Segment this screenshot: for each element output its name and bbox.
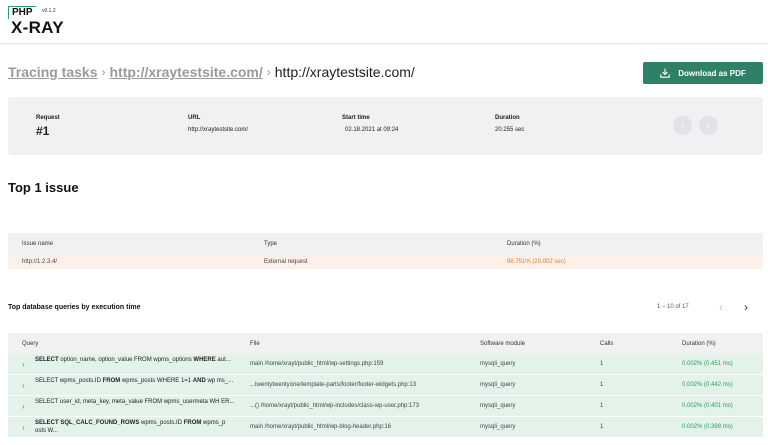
request-label: Request xyxy=(36,115,60,121)
issue-row[interactable]: http://1.2.3.4/ External request 98.751%… xyxy=(8,254,763,269)
query-file: main /home/xrayt/public_html/wp-blog-hea… xyxy=(250,424,391,430)
request-col: Request #1 xyxy=(36,115,60,138)
table-row[interactable]: › SELECT user_id, meta_key, meta_value FR… xyxy=(8,396,763,417)
start-time-col: Start time 02.18.2021 at 09:24 xyxy=(342,115,398,133)
query-fragment: WHERE xyxy=(193,357,215,363)
col-duration: Duration (%) xyxy=(682,341,716,347)
queries-title: Top database queries by execution time xyxy=(8,304,141,311)
issues-title: Top 1 issue xyxy=(8,180,79,195)
breadcrumb-separator: › xyxy=(267,65,271,79)
col-issue-name: Issue name xyxy=(8,241,250,247)
query-duration: 0.002% (0.398 ms) xyxy=(682,424,733,430)
query-calls: 1 xyxy=(600,361,603,367)
top-bar: PHP v0.1.2 X-RAY xyxy=(0,0,768,44)
breadcrumb-site[interactable]: http://xraytestsite.com/ xyxy=(110,64,263,80)
query-calls: 1 xyxy=(600,424,603,430)
query-module: mysqli_query xyxy=(480,403,515,409)
query-fragment: SELECT SQL_CALC_FOUND_ROWS xyxy=(35,420,139,426)
issue-name: http://1.2.3.4/ xyxy=(8,259,250,265)
logo[interactable]: PHP v0.1.2 X-RAY xyxy=(8,6,68,36)
expand-chevron-icon[interactable]: › xyxy=(22,381,25,390)
query-calls: 1 xyxy=(600,382,603,388)
query-fragment: AND xyxy=(193,378,206,384)
request-summary: Request #1 URL http://xraytestsite.com/ … xyxy=(8,97,763,155)
query-text: SELECT wpms_posts.ID FROM wpms_posts WHE… xyxy=(35,377,235,393)
table-row[interactable]: › SELECT option_name, option_value FROM w… xyxy=(8,354,763,375)
table-row[interactable]: › SELECT SQL_CALC_FOUND_ROWS wpms_posts.I… xyxy=(8,417,763,438)
queries-table: Query File Software module Calls Duratio… xyxy=(8,333,763,438)
expand-chevron-icon[interactable]: › xyxy=(22,423,25,432)
col-software-module: Software module xyxy=(480,341,525,347)
query-module: mysqli_query xyxy=(480,382,515,388)
query-fragment: SELECT wpms_posts.ID xyxy=(35,378,103,384)
query-text: SELECT user_id, meta_key, meta_value FRO… xyxy=(35,398,235,414)
logo-version: v0.1.2 xyxy=(42,8,56,14)
col-calls: Calls xyxy=(600,341,613,347)
next-request-button[interactable]: › xyxy=(699,116,718,135)
breadcrumb-tracing-tasks[interactable]: Tracing tasks xyxy=(8,64,98,80)
query-file: main /home/xrayt/public_html/wp-settings… xyxy=(250,361,383,367)
queries-pagination: 1 – 10 of 17 xyxy=(657,304,689,310)
chevron-left-icon: ‹ xyxy=(681,120,684,131)
url-value: http://xraytestsite.com/ xyxy=(188,127,248,133)
queries-rows: › SELECT option_name, option_value FROM w… xyxy=(8,354,763,438)
query-module: mysqli_query xyxy=(480,361,515,367)
query-duration: 0.002% (0.401 ms) xyxy=(682,403,733,409)
issues-table-header: Issue name Type Duration (%) xyxy=(8,233,763,254)
duration-value: 20.255 sec xyxy=(495,127,524,133)
breadcrumb: Tracing tasks › http://xraytestsite.com/… xyxy=(8,64,415,80)
duration-col: Duration 20.255 sec xyxy=(495,115,524,133)
query-fragment: wp ms_... xyxy=(206,378,233,384)
query-duration: 0.002% (0.451 ms) xyxy=(682,361,733,367)
query-fragment: wpms_posts WHERE 1=1 xyxy=(120,378,193,384)
col-duration: Duration (%) xyxy=(493,241,541,247)
chevron-right-icon: › xyxy=(744,300,748,314)
query-duration: 0.002% (0.442 ms) xyxy=(682,382,733,388)
start-time-label: Start time xyxy=(342,115,398,121)
col-file: File xyxy=(250,341,260,347)
query-calls: 1 xyxy=(600,403,603,409)
duration-label: Duration xyxy=(495,115,524,121)
query-fragment: FROM xyxy=(184,420,202,426)
issues-table: Issue name Type Duration (%) http://1.2.… xyxy=(8,233,763,269)
issue-duration: 98.751% (20.002 sec) xyxy=(493,259,566,265)
col-type: Type xyxy=(250,241,493,247)
query-file: ...() /home/xrayt/public_html/wp-include… xyxy=(250,403,419,409)
url-label: URL xyxy=(188,115,248,121)
query-fragment: SELECT xyxy=(35,357,59,363)
breadcrumb-separator: › xyxy=(102,65,106,79)
issue-type: External request xyxy=(250,259,493,265)
query-fragment: FROM xyxy=(103,378,121,384)
query-fragment: aut... xyxy=(216,357,231,363)
table-row[interactable]: › SELECT wpms_posts.ID FROM wpms_posts WH… xyxy=(8,375,763,396)
query-fragment: option_name, option_value FROM wpms_opti… xyxy=(59,357,194,363)
queries-table-header: Query File Software module Calls Duratio… xyxy=(8,333,763,354)
query-text: SELECT SQL_CALC_FOUND_ROWS wpms_posts.ID… xyxy=(35,419,235,435)
request-value: #1 xyxy=(36,124,60,138)
download-pdf-button[interactable]: Download as PDF xyxy=(643,62,763,84)
query-file: ...twentytwentyone/template-parts/footer… xyxy=(250,382,416,388)
expand-chevron-icon[interactable]: › xyxy=(22,360,25,369)
download-pdf-label: Download as PDF xyxy=(678,69,746,78)
queries-next-page-button[interactable]: › xyxy=(744,300,748,314)
start-time-value: 02.18.2021 at 09:24 xyxy=(345,127,398,133)
query-fragment: wpms_posts.ID xyxy=(139,420,183,426)
query-fragment: SELECT user_id, meta_key, meta_value FRO… xyxy=(35,399,235,405)
query-text: SELECT option_name, option_value FROM wp… xyxy=(35,356,235,372)
breadcrumb-current: http://xraytestsite.com/ xyxy=(275,64,415,80)
col-query: Query xyxy=(22,341,38,347)
logo-xray: X-RAY xyxy=(11,19,64,37)
query-module: mysqli_query xyxy=(480,424,515,430)
chevron-left-icon: ‹ xyxy=(719,300,723,314)
download-icon xyxy=(660,68,670,78)
expand-chevron-icon[interactable]: › xyxy=(22,402,25,411)
chevron-right-icon: › xyxy=(707,120,710,131)
prev-request-button[interactable]: ‹ xyxy=(673,116,692,135)
queries-prev-page-button[interactable]: ‹ xyxy=(719,300,723,314)
url-col: URL http://xraytestsite.com/ xyxy=(188,115,248,133)
